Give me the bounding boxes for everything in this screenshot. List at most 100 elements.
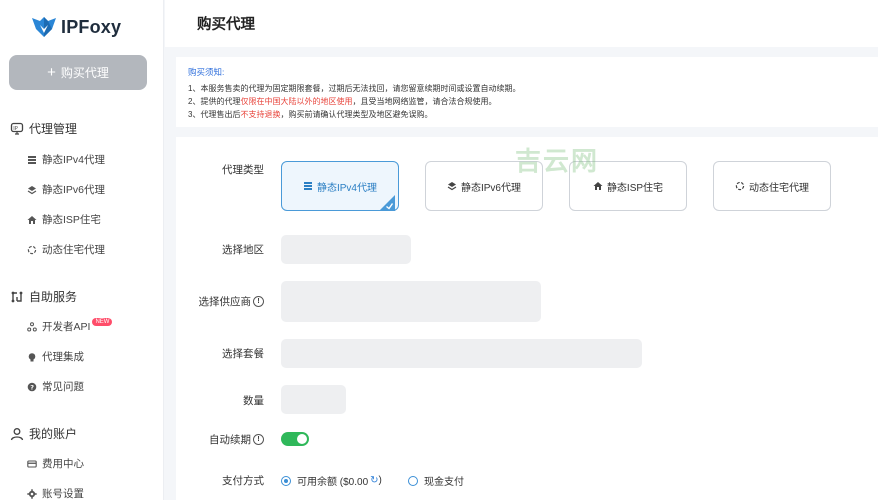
- auto-renew-label: 自动续期!: [174, 432, 264, 447]
- sidebar-item-label: 静态IPv6代理: [42, 184, 106, 196]
- refresh-circle-icon: [735, 181, 745, 191]
- notice-title: 购买须知:: [188, 67, 225, 77]
- selected-check-icon: [379, 195, 395, 211]
- quantity-label: 数量: [174, 393, 264, 408]
- svg-text:?: ?: [30, 383, 34, 391]
- self-service-icon: [11, 291, 23, 302]
- balance-text: 可用余额 ($0.00: [297, 477, 369, 488]
- sidebar-item-residential[interactable]: 动态住宅代理: [27, 242, 105, 257]
- notice-text: 2、提供的代理: [188, 97, 241, 106]
- proxy-type-ipv4-card[interactable]: 静态IPv4代理: [281, 161, 399, 211]
- home-icon: [593, 182, 603, 190]
- label-text: 选择套餐: [222, 348, 264, 360]
- refresh-icon[interactable]: ↻: [370, 475, 378, 486]
- sidebar-item-developer-api[interactable]: 开发者API NEW: [27, 317, 113, 334]
- server-icon: [303, 182, 312, 190]
- proxy-type-label: 静态IPv6代理: [460, 182, 521, 194]
- radio-dot: [408, 475, 418, 486]
- group-title-label: 代理管理: [29, 122, 78, 136]
- sidebar: IPFoxy + 购买代理 IP 代理管理 静态IPv4代理 静态IPv6代理 …: [0, 0, 164, 500]
- buy-proxy-button[interactable]: + 购买代理: [9, 55, 147, 90]
- new-badge: NEW: [92, 317, 113, 326]
- group-proxy-management: IP 代理管理: [10, 120, 77, 137]
- user-icon: [10, 427, 24, 440]
- notice-line-3: 3、代理售出后不支持退换，购买前请确认代理类型及地区避免误购。: [188, 109, 432, 120]
- sidebar-item-integration[interactable]: 代理集成: [27, 349, 84, 364]
- sidebar-item-label: 费用中心: [42, 458, 84, 470]
- sidebar-item-ipv4[interactable]: 静态IPv4代理: [27, 152, 105, 167]
- notice-text: ，且受当地网络监管，请合法合规使用。: [352, 97, 497, 106]
- label-text: 选择地区: [222, 244, 264, 256]
- notice-text: 3、代理售出后: [188, 110, 241, 119]
- supplier-label: 选择供应商!: [174, 294, 264, 309]
- page-header: 购买代理: [165, 0, 878, 47]
- label-text: 代理类型: [222, 164, 264, 176]
- notice-text: ，购买前请确认代理类型及地区避免误购。: [280, 110, 433, 119]
- sidebar-item-label: 开发者API: [42, 321, 91, 333]
- purchase-form: 代理类型 静态IPv4代理 静态IPv6代理 静态ISP住宅 动态住宅代理 选择…: [176, 137, 878, 500]
- proxy-type-label: 代理类型: [174, 162, 264, 177]
- label-text: 自动续期: [209, 434, 251, 446]
- proxy-type-residential-card[interactable]: 动态住宅代理: [713, 161, 831, 211]
- purchase-notice: 购买须知: 1、本服务售卖的代理为固定期限套餐，过期后无法找回，请您留意续期时间…: [176, 57, 878, 127]
- payment-balance-radio[interactable]: 可用余额 ($0.00 ↻ ): [281, 473, 382, 488]
- label-text: 数量: [243, 395, 264, 407]
- card-icon: [27, 459, 37, 468]
- info-icon[interactable]: !: [253, 434, 264, 445]
- package-select[interactable]: [281, 339, 642, 368]
- notice-line-2: 2、提供的代理仅限在中国大陆以外的地区使用，且受当地网络监管，请合法合规使用。: [188, 96, 496, 107]
- svg-text:IP: IP: [13, 125, 17, 131]
- auto-renew-toggle[interactable]: [281, 432, 309, 446]
- sidebar-item-label: 静态ISP住宅: [42, 214, 101, 226]
- proxy-type-label: 静态IPv4代理: [316, 182, 377, 194]
- sidebar-item-label: 常见问题: [42, 381, 84, 393]
- server-icon: [28, 155, 36, 164]
- api-icon: [27, 321, 37, 331]
- notice-line-1: 1、本服务售卖的代理为固定期限套餐，过期后无法找回，请您留意续期时间或设置自动续…: [188, 84, 521, 93]
- notice-warning-text: 不支持退换: [240, 110, 281, 119]
- supplier-select[interactable]: [281, 281, 541, 322]
- group-title-label: 自助服务: [29, 290, 78, 304]
- proxy-type-label: 静态ISP住宅: [606, 182, 664, 194]
- sidebar-item-label: 静态IPv4代理: [42, 154, 106, 166]
- label-text: 选择供应商: [198, 296, 252, 308]
- balance-close-paren: ): [378, 475, 382, 486]
- gear-icon: [27, 488, 37, 499]
- sidebar-item-isp[interactable]: 静态ISP住宅: [27, 212, 101, 227]
- package-label: 选择套餐: [174, 346, 264, 361]
- cash-text: 现金支付: [424, 477, 464, 488]
- sidebar-item-label: 账号设置: [42, 488, 84, 500]
- label-text: 支付方式: [222, 475, 264, 487]
- logo-text: IPFoxy: [61, 16, 122, 37]
- watermark: 吉云网: [515, 147, 600, 177]
- sidebar-item-billing[interactable]: 费用中心: [27, 456, 84, 471]
- home-icon: [27, 215, 37, 224]
- integration-icon: [28, 352, 36, 361]
- refresh-circle-icon: [27, 245, 37, 254]
- sidebar-item-ipv6[interactable]: 静态IPv6代理: [27, 182, 105, 197]
- info-icon[interactable]: !: [253, 296, 264, 307]
- group-title-label: 我的账户: [29, 427, 78, 441]
- plus-icon: +: [47, 64, 56, 81]
- sidebar-item-label: 代理集成: [42, 351, 84, 363]
- notice-warning-text: 仅限在中国大陆以外的地区使用: [240, 97, 353, 106]
- sidebar-item-faq[interactable]: ? 常见问题: [27, 379, 84, 394]
- proxy-type-label: 动态住宅代理: [749, 182, 809, 194]
- logo[interactable]: IPFoxy: [31, 14, 121, 40]
- page-title: 购买代理: [197, 17, 255, 33]
- layers-icon: [447, 182, 457, 191]
- quantity-input[interactable]: [281, 385, 346, 414]
- sidebar-item-label: 动态住宅代理: [42, 244, 105, 256]
- radio-dot: [281, 475, 291, 486]
- ip-icon: IP: [10, 122, 24, 135]
- fox-logo-icon: [32, 17, 56, 37]
- sidebar-item-account-settings[interactable]: 账号设置: [27, 486, 84, 500]
- buy-proxy-label: 购买代理: [60, 66, 109, 80]
- question-icon: ?: [27, 382, 37, 391]
- group-self-service: 自助服务: [10, 288, 77, 305]
- region-select[interactable]: [281, 235, 411, 264]
- payment-label: 支付方式: [174, 473, 264, 488]
- payment-cash-radio[interactable]: 现金支付: [408, 473, 464, 488]
- group-my-account: 我的账户: [10, 425, 77, 442]
- region-label: 选择地区: [174, 242, 264, 257]
